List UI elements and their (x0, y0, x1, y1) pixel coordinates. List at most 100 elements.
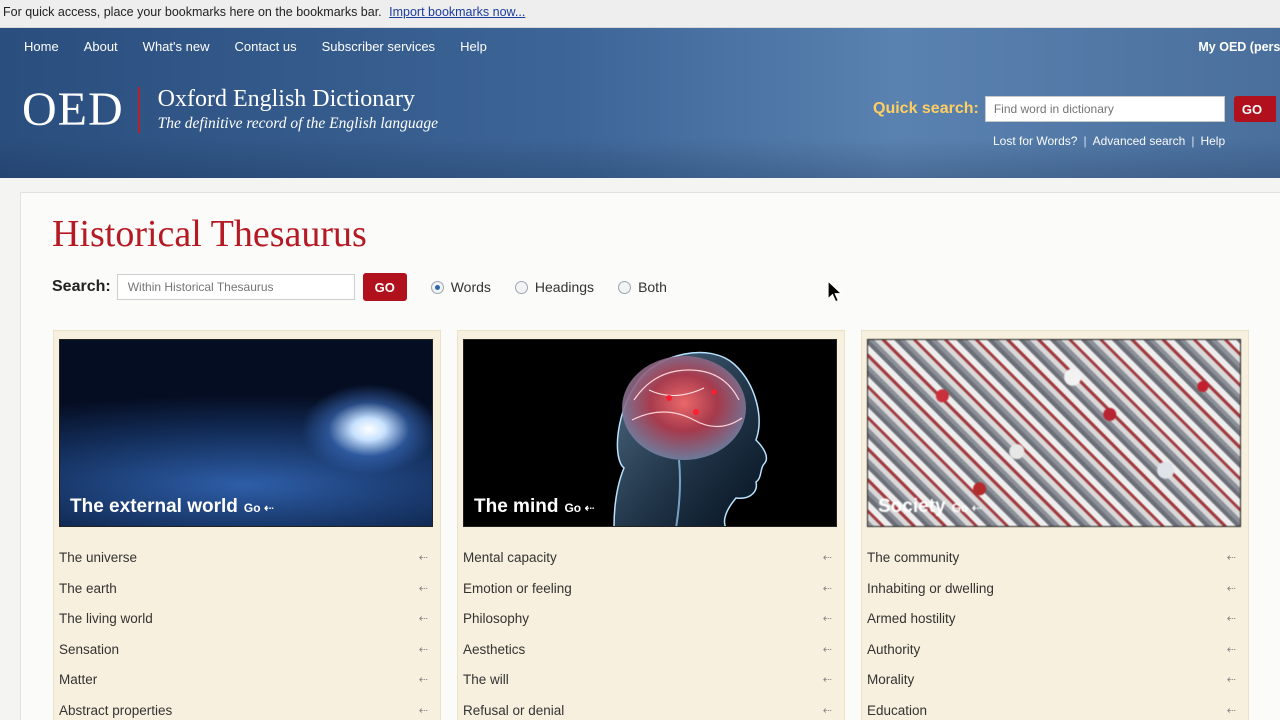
external-link-icon[interactable]: ⇠ (1227, 635, 1236, 666)
external-link-icon: ⇠ (584, 501, 595, 515)
go-link[interactable]: Go ⇠ (952, 501, 982, 515)
go-link[interactable]: Go ⇠ (244, 501, 274, 515)
external-link-icon[interactable]: ⇠ (419, 665, 428, 696)
go-label: Go (243, 501, 261, 515)
external-link-icon[interactable]: ⇠ (419, 696, 428, 720)
nav-about[interactable]: About (84, 39, 118, 54)
bookmarks-bar: For quick access, place your bookmarks h… (0, 0, 1280, 28)
list-item[interactable]: Education ⇠ (866, 696, 1242, 720)
external-link-icon[interactable]: ⇠ (823, 635, 832, 666)
list-item-label: Abstract properties (59, 702, 173, 718)
external-link-icon: ⇠ (263, 501, 274, 515)
advanced-search-link[interactable]: Advanced search (1093, 134, 1186, 148)
list-item[interactable]: Philosophy ⇠ (462, 604, 838, 635)
external-link-icon[interactable]: ⇠ (823, 574, 832, 605)
list-item[interactable]: Morality ⇠ (866, 665, 1242, 696)
external-link-icon[interactable]: ⇠ (1227, 574, 1236, 605)
list-item-label: Aesthetics (463, 641, 526, 657)
list-item-label: Morality (867, 672, 915, 688)
go-label: Go (951, 501, 969, 515)
list-item[interactable]: Matter ⇠ (58, 665, 434, 696)
list-item[interactable]: Aesthetics ⇠ (462, 635, 838, 666)
radio-button[interactable] (618, 280, 632, 294)
nav-help[interactable]: Help (460, 39, 487, 54)
list-item[interactable]: Mental capacity ⇠ (462, 543, 838, 574)
list-item-label: The living world (59, 611, 153, 627)
separator: | (1191, 134, 1195, 148)
logo-tagline: The definitive record of the English lan… (157, 115, 439, 133)
external-link-icon[interactable]: ⇠ (1227, 543, 1236, 574)
subcategory-list: The community ⇠ Inhabiting or dwelling ⇠ A… (866, 543, 1242, 720)
list-item-label: Armed hostility (867, 611, 956, 627)
external-link-icon[interactable]: ⇠ (823, 696, 832, 720)
my-oed-link[interactable]: My OED (perso (1198, 40, 1280, 54)
nav-contact-us[interactable]: Contact us (234, 39, 296, 54)
category-title-text: The external world (70, 496, 238, 517)
list-item[interactable]: Sensation ⇠ (58, 635, 434, 666)
category-title[interactable]: The external world Go ⇠ (70, 496, 274, 518)
list-item-label: The community (867, 550, 960, 565)
list-item[interactable]: Abstract properties ⇠ (58, 696, 434, 720)
separator: | (1083, 134, 1087, 148)
go-link[interactable]: Go ⇠ (564, 501, 594, 515)
external-link-icon[interactable]: ⇠ (823, 604, 832, 635)
quick-search-go-button[interactable]: GO (1233, 96, 1276, 122)
page-title: Historical Thesaurus (52, 213, 367, 255)
category-image-society[interactable]: Society Go ⇠ (867, 339, 1241, 527)
nav-home[interactable]: Home (24, 39, 59, 54)
list-item[interactable]: The community ⇠ (866, 543, 1242, 574)
nav-whats-new[interactable]: What's new (143, 39, 210, 54)
external-link-icon[interactable]: ⇠ (1227, 665, 1236, 696)
oed-logo[interactable]: OED Oxford English Dictionary The defini… (22, 86, 438, 134)
category-image-external-world[interactable]: The external world Go ⇠ (59, 339, 433, 527)
help-link[interactable]: Help (1200, 134, 1225, 148)
external-link-icon[interactable]: ⇠ (419, 574, 428, 605)
list-item[interactable]: The living world ⇠ (58, 604, 434, 635)
external-link-icon[interactable]: ⇠ (419, 543, 428, 574)
list-item-label: Emotion or feeling (463, 580, 572, 596)
logo-title: Oxford English Dictionary (157, 85, 415, 112)
external-link-icon[interactable]: ⇠ (419, 604, 428, 635)
site-header: Home About What's new Contact us Subscri… (0, 28, 1280, 178)
list-item[interactable]: The will ⇠ (462, 665, 838, 696)
category-title-text: Society (878, 496, 946, 517)
external-link-icon[interactable]: ⇠ (419, 635, 428, 666)
external-link-icon[interactable]: ⇠ (1227, 696, 1236, 720)
category-title[interactable]: The mind Go ⇠ (474, 496, 595, 518)
radio-headings[interactable]: Headings (514, 279, 595, 295)
mouse-pointer-icon (827, 280, 844, 303)
list-item-label: Sensation (59, 641, 120, 657)
list-item[interactable]: The universe ⇠ (58, 543, 434, 574)
quick-search-label: Quick search: (873, 100, 979, 117)
radio-button[interactable] (514, 280, 528, 294)
external-link-icon[interactable]: ⇠ (823, 543, 832, 574)
category-card-external-world: The external world Go ⇠ The universe ⇠ The… (53, 330, 441, 720)
category-title-text: The mind (474, 496, 559, 517)
logo-divider (137, 87, 140, 133)
radio-both[interactable]: Both (618, 279, 667, 295)
list-item[interactable]: Emotion or feeling ⇠ (462, 574, 838, 605)
radio-headings-label: Headings (534, 279, 595, 295)
list-item-label: Philosophy (463, 611, 530, 627)
quick-search-input[interactable] (984, 96, 1225, 122)
list-item-label: Education (867, 702, 928, 718)
thesaurus-search: Search: GO Words Headings Both (52, 273, 667, 301)
thesaurus-search-input[interactable] (116, 274, 355, 300)
list-item[interactable]: The earth ⇠ (58, 574, 434, 605)
list-item[interactable]: Armed hostility ⇠ (866, 604, 1242, 635)
category-title[interactable]: Society Go ⇠ (878, 496, 982, 518)
category-card-society: Society Go ⇠ The community ⇠ Inhabiting or… (861, 330, 1249, 720)
list-item[interactable]: Inhabiting or dwelling ⇠ (866, 574, 1242, 605)
list-item[interactable]: Refusal or denial ⇠ (462, 696, 838, 720)
quick-search-links: Lost for Words? | Advanced search | Help (993, 134, 1225, 148)
category-image-mind[interactable]: The mind Go ⇠ (463, 339, 837, 527)
nav-subscriber-services[interactable]: Subscriber services (322, 39, 435, 54)
radio-words[interactable]: Words (430, 279, 491, 295)
import-bookmarks-link[interactable]: Import bookmarks now... (389, 5, 525, 19)
external-link-icon[interactable]: ⇠ (823, 665, 832, 696)
thesaurus-search-go-button[interactable]: GO (362, 273, 407, 301)
external-link-icon[interactable]: ⇠ (1227, 604, 1236, 635)
lost-for-words-link[interactable]: Lost for Words? (993, 134, 1077, 148)
radio-button-selected[interactable] (430, 280, 444, 294)
list-item[interactable]: Authority ⇠ (866, 635, 1242, 666)
